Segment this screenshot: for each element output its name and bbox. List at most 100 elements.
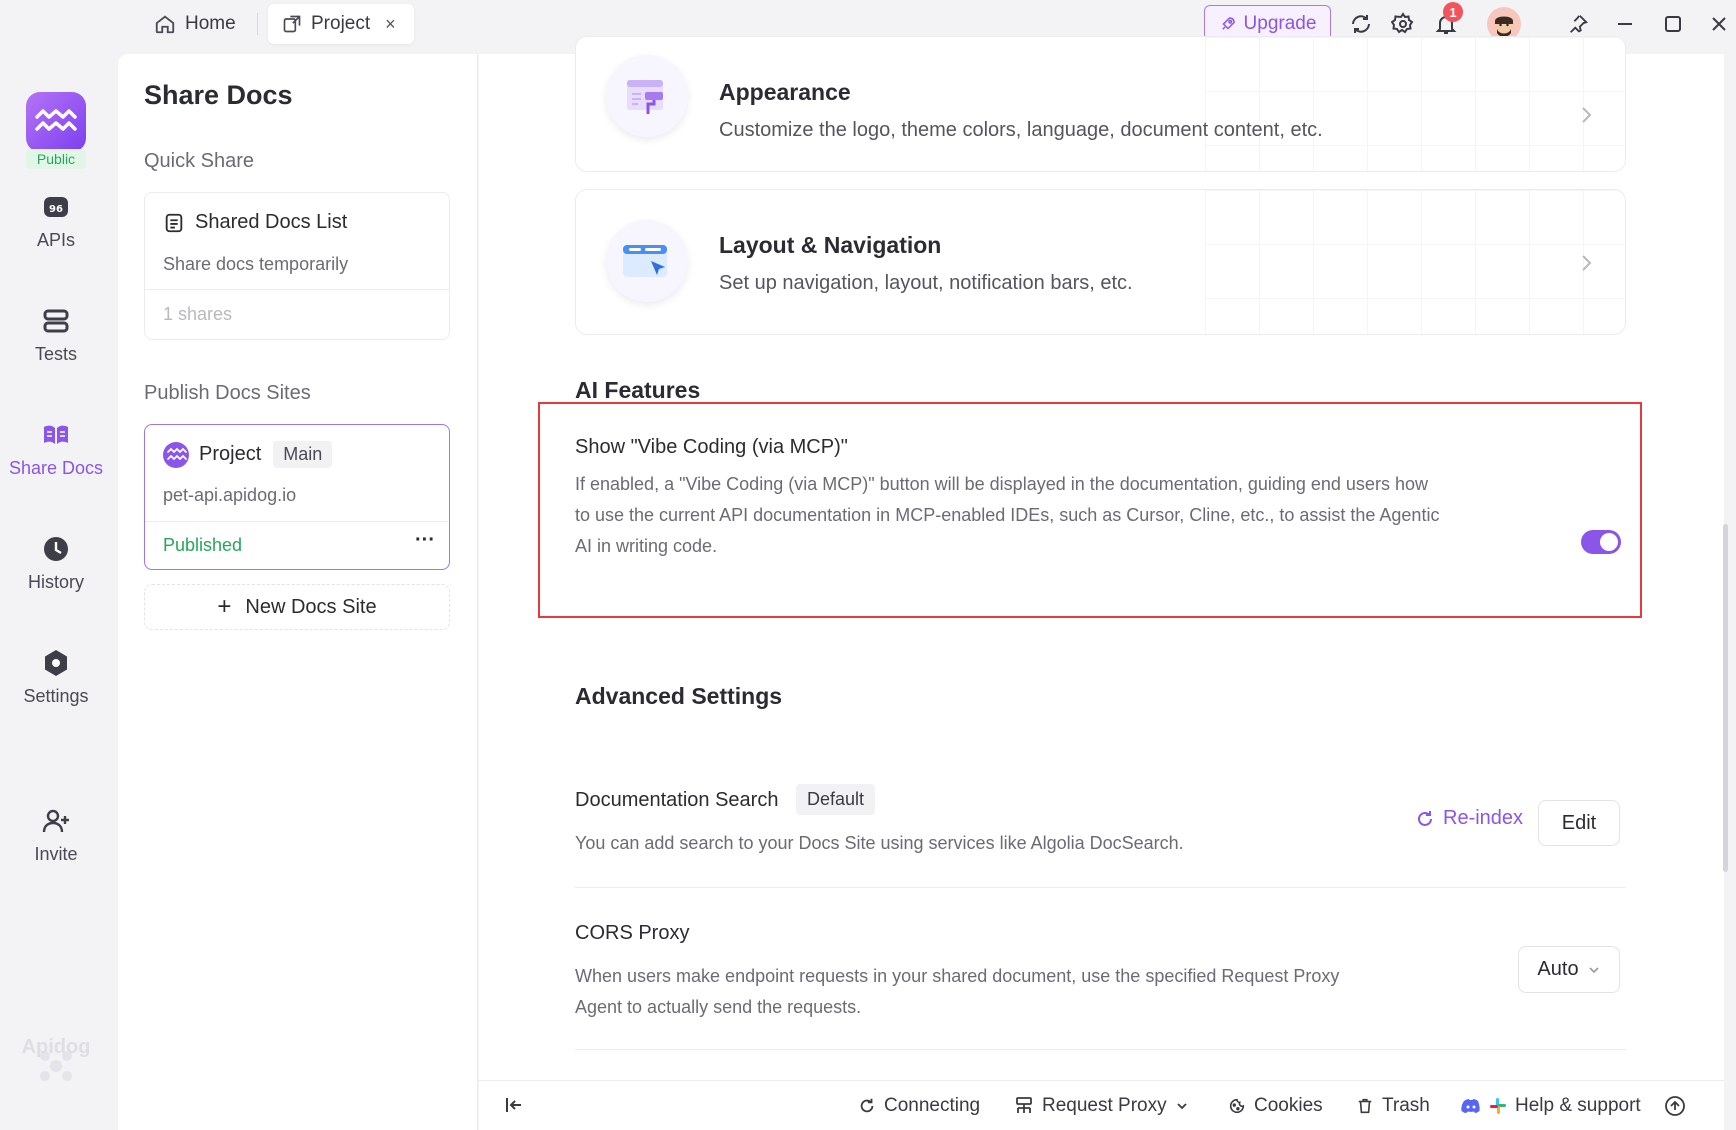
discord-icon [1461,1097,1481,1115]
new-docs-site-button[interactable]: + New Docs Site [144,584,450,630]
site-name: Project [199,443,262,465]
project-logo[interactable] [26,92,86,152]
public-badge: Public [26,149,86,169]
tab-home[interactable]: Home [140,4,250,44]
shared-docs-list-title: Shared Docs List [163,211,347,234]
tab-project[interactable]: Project × [268,4,414,44]
cookie-icon [1228,1097,1246,1115]
chevron-right-icon [1576,253,1596,273]
slack-icon [1489,1097,1507,1115]
reindex-button[interactable]: Re-index [1415,807,1523,830]
rocket-icon [1219,15,1237,33]
trash-label: Trash [1382,1095,1430,1116]
close-icon[interactable]: × [385,14,396,35]
rail-item-apis[interactable]: 96 APIs [0,192,112,251]
help-support-button[interactable]: Help & support [1461,1095,1641,1117]
minimize-icon[interactable] [1610,9,1640,39]
external-doc-icon [282,14,302,34]
home-icon [154,13,176,35]
window-close-icon[interactable] [1704,9,1734,39]
default-badge: Default [796,784,876,815]
upload-icon[interactable] [1664,1095,1686,1117]
tab-home-label: Home [185,13,236,34]
cors-proxy-select[interactable]: Auto [1518,946,1620,993]
status-bar: Connecting Request Proxy Cookies Trash H… [479,1080,1724,1130]
reindex-label: Re-index [1443,807,1524,829]
appearance-card[interactable]: Appearance Customize the logo, theme col… [575,36,1626,172]
trash-button[interactable]: Trash [1356,1095,1430,1117]
pin-icon[interactable] [1563,9,1593,39]
site-logo-icon [163,441,189,468]
proxy-icon [1014,1096,1034,1116]
ai-features-title: AI Features [575,377,701,403]
main-content: Appearance Customize the logo, theme col… [479,36,1728,1130]
layout-cursor-icon [606,220,688,302]
rail-item-share-docs[interactable]: Share Docs [0,420,112,479]
appearance-title: Appearance [719,79,851,105]
divider [575,887,1626,888]
request-proxy-label: Request Proxy [1042,1095,1167,1116]
connecting-status[interactable]: Connecting [858,1095,980,1117]
add-user-icon [41,806,71,836]
collapse-sidebar-icon[interactable] [504,1095,524,1115]
brand-text: Apidog [21,1036,91,1058]
divider [575,1049,1626,1050]
panel-title: Share Docs [144,80,293,110]
cookies-button[interactable]: Cookies [1228,1095,1323,1117]
api-icon: 96 [41,192,71,222]
rail-label: History [27,572,84,592]
sync-icon[interactable] [1346,9,1376,39]
svg-text:96: 96 [49,204,63,215]
layout-title: Layout & Navigation [719,232,942,258]
book-icon [41,420,71,450]
appearance-desc: Customize the logo, theme colors, langua… [719,119,1323,141]
rail-label: APIs [36,230,75,250]
rail-label: Invite [34,844,78,864]
maximize-icon[interactable] [1658,9,1688,39]
new-docs-site-label: New Docs Site [245,595,377,618]
grid-decoration [1205,37,1625,171]
site-domain: pet-api.apidog.io [163,485,297,505]
clock-icon [41,534,71,564]
cookies-label: Cookies [1254,1095,1323,1116]
vibe-coding-title: Show "Vibe Coding (via MCP)" [575,436,848,458]
cors-proxy-desc: When users make endpoint requests in you… [575,961,1395,1023]
document-list-icon [163,212,185,234]
vibe-coding-desc-line: AI in writing code. [575,536,718,556]
share-docs-panel: Share Docs Quick Share Shared Docs List … [118,54,478,1130]
cors-desc-line: When users make endpoint requests in you… [575,966,1340,986]
doc-search-desc: You can add search to your Docs Site usi… [575,833,1184,853]
chevron-down-icon [1175,1099,1189,1113]
grid-decoration [1205,190,1625,334]
connecting-label: Connecting [884,1095,981,1116]
shared-docs-list-card[interactable]: Shared Docs List Share docs temporarily … [144,192,450,340]
tests-icon [41,306,71,336]
refresh-icon [1415,809,1435,829]
shared-docs-list-label: Shared Docs List [195,211,348,233]
more-options-icon[interactable]: ··· [415,529,435,552]
vibe-coding-toggle[interactable] [1581,530,1621,554]
chevron-down-icon [1587,963,1601,977]
vibe-coding-desc-line: If enabled, a "Vibe Coding (via MCP)" bu… [575,474,1428,494]
refresh-icon [858,1097,876,1115]
hexagon-settings-icon [41,648,71,678]
settings-gear-icon[interactable] [1388,9,1418,39]
rail-item-invite[interactable]: Invite [0,806,112,865]
doc-search-title: Documentation Search [575,789,779,811]
rail-item-settings[interactable]: Settings [0,648,112,707]
branch-badge: Main [273,441,333,468]
edit-button[interactable]: Edit [1538,800,1620,846]
notification-badge: 1 [1443,2,1463,22]
request-proxy-menu[interactable]: Request Proxy [1014,1095,1189,1117]
rail-item-history[interactable]: History [0,534,112,593]
scrollbar[interactable] [1723,524,1728,872]
left-rail: Public 96 APIs Tests Share Docs History … [0,48,112,1130]
vibe-coding-desc: If enabled, a "Vibe Coding (via MCP)" bu… [575,469,1555,562]
publish-sites-heading: Publish Docs Sites [144,382,311,404]
layout-navigation-card[interactable]: Layout & Navigation Set up navigation, l… [575,189,1626,335]
site-status: Published [145,521,448,569]
plus-icon: + [217,593,232,620]
docs-site-card[interactable]: Project Main pet-api.apidog.io Published… [144,424,450,570]
rail-item-tests[interactable]: Tests [0,306,112,365]
tab-project-label: Project [311,13,371,34]
